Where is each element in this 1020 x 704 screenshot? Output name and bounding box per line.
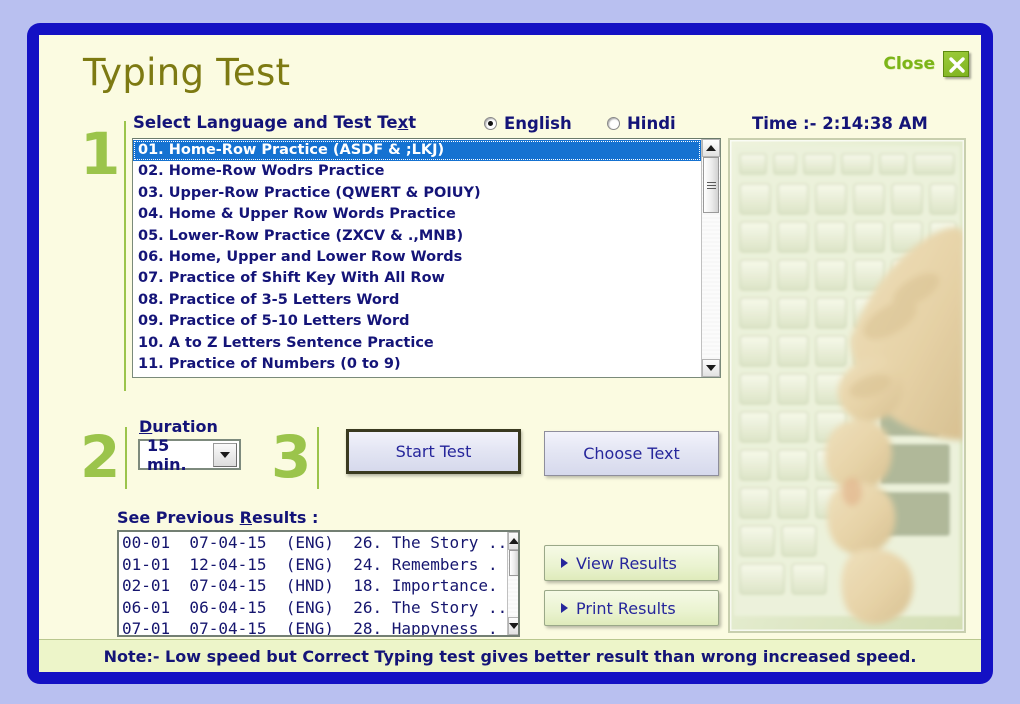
window-content: Typing Test Close 1 Select Language and … [39, 35, 981, 672]
list-item[interactable]: 11. Practice of Numbers (0 to 9) [133, 354, 701, 375]
listbox-scrollbar[interactable] [701, 139, 720, 377]
heading-text-post: t [408, 113, 417, 132]
radio-hindi-label: Hindi [627, 114, 676, 133]
test-text-list[interactable]: 01. Home-Row Practice (ASDF & ;LKJ) 02. H… [133, 139, 701, 377]
duration-value: 15 min. [147, 435, 187, 474]
step-divider-3 [317, 427, 319, 489]
list-item[interactable]: 07. Practice of Shift Key With All Row [133, 268, 701, 289]
test-text-listbox[interactable]: 01. Home-Row Practice (ASDF & ;LKJ) 02. H… [132, 138, 721, 378]
typing-test-window: Typing Test Close 1 Select Language and … [27, 23, 993, 684]
choose-text-button[interactable]: Choose Text [544, 431, 719, 476]
result-row[interactable]: 00-01 07-04-15 (ENG) 26. The Story .. [122, 532, 507, 554]
view-results-button[interactable]: View Results [544, 545, 719, 581]
results-scrollbar[interactable] [507, 532, 518, 635]
list-item[interactable]: 06. Home, Upper and Lower Row Words [133, 247, 701, 268]
scrollbar-thumb[interactable] [703, 157, 719, 213]
view-results-label: View Results [576, 553, 677, 573]
results-heading-post: esults : [251, 508, 319, 527]
duration-label-rest: uration [152, 417, 218, 436]
radio-english-label: English [504, 114, 572, 133]
results-accesskey: R [239, 508, 252, 527]
previous-results-list[interactable]: 00-01 07-04-15 (ENG) 26. The Story .. 01-… [119, 532, 507, 635]
step-number-3: 3 [271, 423, 312, 491]
play-triangle-icon [561, 558, 568, 568]
page-title: Typing Test [83, 51, 291, 94]
results-scroll-down-icon[interactable] [508, 617, 518, 635]
heading-text-pre: Select Language and Test Te [133, 113, 398, 132]
list-item[interactable]: 10. A to Z Letters Sentence Practice [133, 333, 701, 354]
time-display: Time :- 2:14:38 AM [752, 114, 928, 133]
results-scrollbar-thumb[interactable] [509, 550, 518, 576]
scroll-down-icon[interactable] [702, 359, 720, 377]
select-language-heading: Select Language and Test Text [133, 113, 416, 132]
play-triangle-icon [561, 603, 568, 613]
step-number-2: 2 [80, 423, 121, 491]
radio-english-dot[interactable] [484, 117, 497, 130]
list-item[interactable]: 02. Home-Row Wodrs Practice [133, 161, 701, 182]
result-row[interactable]: 06-01 06-04-15 (ENG) 26. The Story .. [122, 597, 507, 619]
result-row[interactable]: 02-01 07-04-15 (HND) 18. Importance. [122, 575, 507, 597]
list-item[interactable]: 04. Home & Upper Row Words Practice [133, 204, 701, 225]
close-label: Close [883, 54, 935, 74]
duration-accesskey: D [139, 417, 153, 436]
list-item[interactable]: 01. Home-Row Practice (ASDF & ;LKJ) [133, 140, 701, 162]
list-item[interactable]: 09. Practice of 5-10 Letters Word [133, 311, 701, 332]
results-scroll-up-icon[interactable] [508, 532, 518, 550]
list-item[interactable]: 03. Upper-Row Practice (QWERT & POIUY) [133, 183, 701, 204]
note-bar: Note:- Low speed but Correct Typing test… [39, 639, 981, 672]
list-item[interactable]: 08. Practice of 3-5 Letters Word [133, 290, 701, 311]
print-results-label: Print Results [576, 598, 676, 618]
scrollbar-grip-icon [706, 180, 716, 191]
previous-results-listbox[interactable]: 00-01 07-04-15 (ENG) 26. The Story .. 01-… [117, 530, 520, 637]
duration-dropdown[interactable]: 15 min. [138, 436, 241, 474]
radio-hindi-dot[interactable] [607, 117, 620, 130]
result-row[interactable]: 01-01 12-04-15 (ENG) 24. Remembers . [122, 554, 507, 576]
note-text: Note:- Low speed but Correct Typing test… [103, 646, 917, 666]
print-results-button[interactable]: Print Results [544, 590, 719, 626]
close-button[interactable]: Close [883, 51, 969, 77]
result-row[interactable]: 07-01 07-04-15 (ENG) 28. Happyness . [122, 618, 507, 635]
radio-hindi[interactable]: Hindi [607, 114, 676, 133]
chevron-down-icon[interactable] [213, 442, 237, 467]
list-item[interactable]: 05. Lower-Row Practice (ZXCV & .,MNB) [133, 226, 701, 247]
results-scrollbar-track[interactable] [508, 550, 518, 617]
heading-accesskey: x [397, 113, 409, 132]
step-divider-2 [125, 427, 127, 489]
close-icon[interactable] [943, 51, 969, 77]
step-number-1: 1 [80, 120, 121, 188]
radio-english[interactable]: English [484, 114, 572, 133]
scroll-up-icon[interactable] [702, 139, 720, 157]
scrollbar-track[interactable] [702, 157, 720, 359]
previous-results-heading: See Previous Results : [117, 508, 318, 527]
results-heading-pre: See Previous [117, 508, 240, 527]
start-test-button[interactable]: Start Test [346, 429, 521, 474]
step-divider-1 [124, 121, 126, 391]
keyboard-hands-photo [728, 138, 966, 633]
duration-label: Duration [139, 417, 218, 436]
